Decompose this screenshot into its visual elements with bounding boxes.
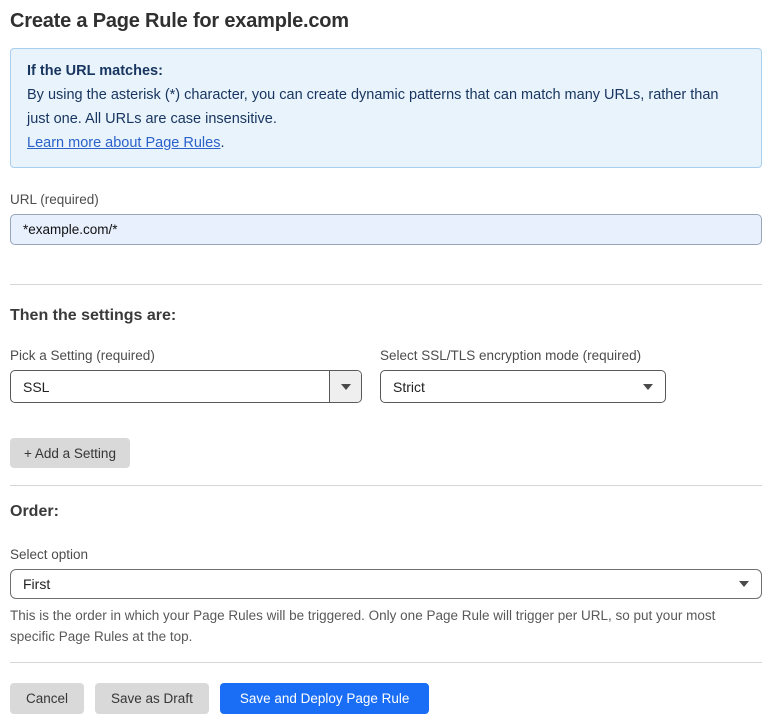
- order-select-value: First: [23, 576, 51, 592]
- section-divider: [10, 284, 762, 285]
- setting-picker-value: SSL: [23, 378, 50, 395]
- url-input[interactable]: [10, 214, 762, 245]
- ssl-mode-value: Strict: [393, 378, 425, 395]
- link-suffix-text: .: [220, 135, 225, 151]
- create-page-rule-form: Create a Page Rule for example.com If th…: [0, 0, 772, 714]
- cancel-button[interactable]: Cancel: [10, 683, 85, 714]
- chevron-down-icon: [739, 581, 749, 587]
- order-select[interactable]: First: [10, 569, 762, 599]
- url-match-info-box: If the URL matches: By using the asteris…: [10, 48, 762, 168]
- setting-picker-label: Pick a Setting (required): [10, 348, 155, 363]
- learn-more-link[interactable]: Learn more about Page Rules: [27, 135, 220, 151]
- ssl-mode-label: Select SSL/TLS encryption mode (required…: [380, 348, 642, 363]
- info-box-body: By using the asterisk (*) character, you…: [27, 87, 719, 127]
- section-divider: [10, 662, 762, 663]
- chevron-down-icon: [329, 371, 361, 402]
- order-select-label: Select option: [10, 547, 89, 562]
- page-title: Create a Page Rule for example.com: [10, 10, 349, 32]
- chevron-down-icon: [643, 383, 653, 390]
- setting-picker-select[interactable]: SSL: [10, 370, 362, 403]
- save-draft-button[interactable]: Save as Draft: [95, 683, 209, 714]
- url-field-label: URL (required): [10, 192, 99, 207]
- add-setting-button[interactable]: + Add a Setting: [10, 438, 130, 468]
- ssl-mode-group: Select SSL/TLS encryption mode (required…: [380, 348, 666, 403]
- info-box-link-line: Learn more about Page Rules.: [27, 131, 745, 155]
- order-help-text: This is the order in which your Page Rul…: [10, 608, 716, 644]
- settings-row: Pick a Setting (required) SSL Select SSL…: [10, 348, 762, 403]
- setting-picker-group: Pick a Setting (required) SSL: [10, 348, 362, 403]
- info-box-heading: If the URL matches:: [27, 63, 163, 79]
- form-actions: Cancel Save as Draft Save and Deploy Pag…: [10, 683, 762, 714]
- ssl-mode-select[interactable]: Strict: [380, 370, 666, 403]
- section-divider: [10, 485, 762, 486]
- order-section-heading: Order:: [10, 503, 59, 520]
- save-deploy-button[interactable]: Save and Deploy Page Rule: [219, 683, 430, 714]
- settings-section-heading: Then the settings are:: [10, 307, 177, 324]
